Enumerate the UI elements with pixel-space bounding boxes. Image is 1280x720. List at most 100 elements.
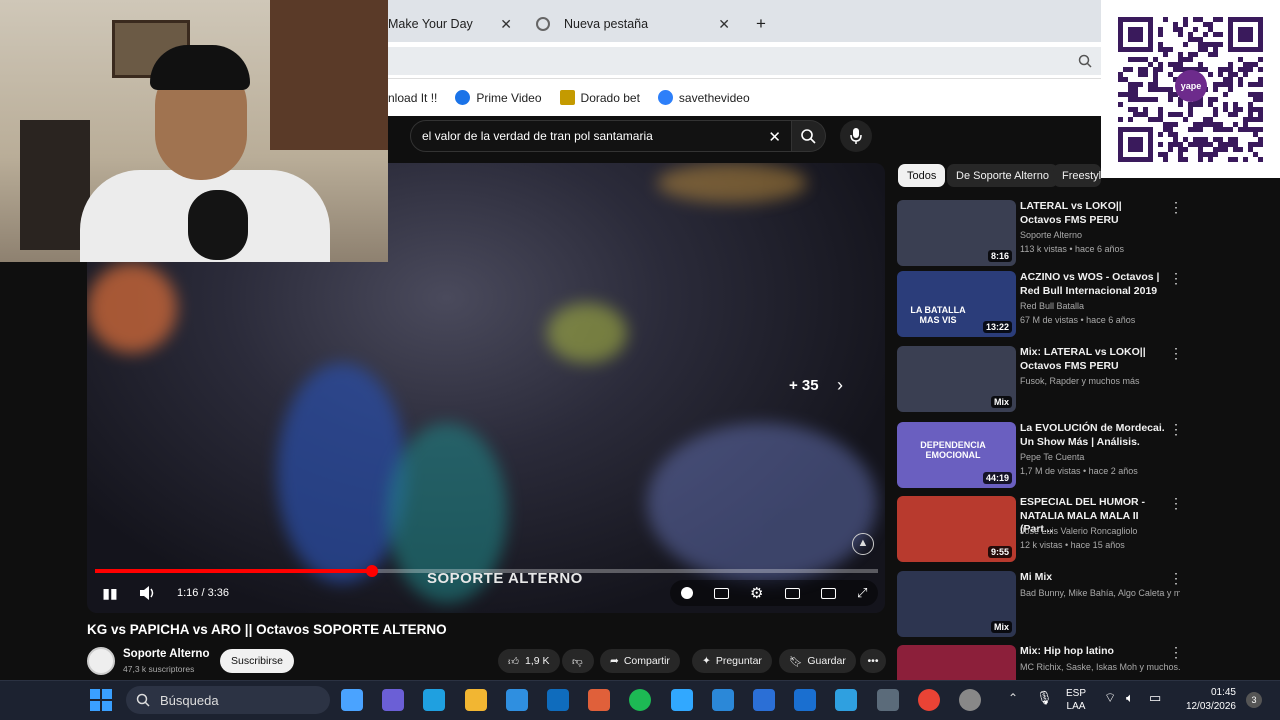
recommendation-channel[interactable]: Bad Bunny, Mike Bahía, Algo Caleta y mu.… <box>1020 588 1180 598</box>
recommendation-channel[interactable]: Soporte Alterno <box>1020 230 1180 240</box>
progress-scrubber[interactable] <box>366 565 378 577</box>
teams-icon[interactable] <box>382 689 405 711</box>
video-thumbnail[interactable]: 9:55 <box>897 496 1016 562</box>
onedrive-icon[interactable] <box>711 689 734 711</box>
share-button[interactable]: ➦ Compartir <box>600 649 680 673</box>
chip-de-soporte-alterno[interactable]: De Soporte Alterno <box>947 164 1058 187</box>
video-thumbnail[interactable]: Mix <box>897 571 1016 637</box>
chip-freestyle-rap[interactable]: Freestyle Rap <box>1053 164 1101 187</box>
recommendation-item[interactable]: Mix Mi Mix Bad Bunny, Mike Bahía, Algo Cal… <box>897 571 1187 639</box>
obs-icon[interactable] <box>959 689 981 711</box>
chip-todos[interactable]: Todos <box>898 164 946 187</box>
clear-search-icon[interactable]: ✕ <box>768 128 781 146</box>
fullscreen-icon[interactable]: ⤢ <box>857 585 867 601</box>
store-icon[interactable] <box>505 689 528 711</box>
ask-button[interactable]: ✦ Preguntar <box>692 649 772 673</box>
recommendation-title[interactable]: LATERAL vs LOKO|| Octavos FMS PERU <box>1020 200 1166 227</box>
language-indicator[interactable]: ESP LAA <box>1066 687 1086 713</box>
more-videos-count[interactable]: + 35 <box>789 377 819 394</box>
recommendation-channel[interactable]: José Luis Valerio Roncagliolo <box>1020 526 1180 536</box>
file-explorer-icon[interactable] <box>464 689 487 711</box>
recommendation-channel[interactable]: Pepe Te Cuenta <box>1020 452 1180 462</box>
recommendation-title[interactable]: La EVOLUCIÓN de Mordecai. Un Show Más | … <box>1020 422 1166 449</box>
recommendation-item[interactable]: 8:16 LATERAL vs LOKO|| Octavos FMS PERU So… <box>897 200 1187 268</box>
save-button[interactable]: 🔖︎ Guardar <box>779 649 856 673</box>
recommendation-title[interactable]: ACZINO vs WOS - Octavos | Red Bull Inter… <box>1020 271 1166 298</box>
recommendation-title[interactable]: Mix: Hip hop latino <box>1020 645 1166 659</box>
chevron-right-icon[interactable]: › <box>837 375 843 396</box>
calculator-icon[interactable] <box>876 689 899 711</box>
channel-watermark-icon[interactable]: ▲ <box>852 533 874 555</box>
channel-name[interactable]: Soporte Alterno <box>123 648 209 660</box>
recommendation-channel[interactable]: MC Richix, Saske, Iskas Moh y muchos... <box>1020 662 1180 672</box>
battery-icon[interactable]: ▭ <box>1149 690 1161 706</box>
volume-button[interactable] <box>136 583 158 603</box>
chevron-up-icon[interactable]: ⌃ <box>1008 691 1018 705</box>
notification-badge[interactable]: 3 <box>1246 692 1262 708</box>
wifi-icon[interactable]: ⌔ <box>1104 690 1116 706</box>
theater-mode-icon[interactable] <box>784 587 800 599</box>
chrome-icon[interactable] <box>917 689 940 711</box>
tab-nueva-pestana[interactable]: Nueva pestaña ✕ <box>528 6 738 42</box>
recommendation-channel[interactable]: Fusok, Rapder y muchos más <box>1020 376 1180 386</box>
autoplay-toggle-icon[interactable] <box>680 587 693 599</box>
mail-icon[interactable] <box>547 689 569 711</box>
video-thumbnail[interactable]: 13:22 LA BATALLA MAS VIS <box>897 271 1016 337</box>
bookmark-savethevideo[interactable]: savethevideo <box>657 90 750 105</box>
outlook-icon[interactable] <box>794 689 817 711</box>
omnibox[interactable] <box>388 47 1101 75</box>
more-options-icon[interactable]: ⋮ <box>1169 271 1183 285</box>
settings-gear-icon[interactable]: ⚙ <box>750 584 763 602</box>
more-options-icon[interactable]: ⋮ <box>1169 645 1183 659</box>
more-options-icon[interactable]: ⋮ <box>1169 496 1183 510</box>
speaker-icon[interactable]: 🔈︎ <box>1126 690 1134 706</box>
video-thumbnail[interactable]: 44:19 DEPENDENCIA EMOCIONAL <box>897 422 1016 488</box>
windows-start-icon[interactable] <box>90 689 112 711</box>
search-button[interactable] <box>792 120 826 152</box>
search-input[interactable]: el valor de la verdad de tran pol santam… <box>410 120 792 152</box>
subtitles-icon[interactable] <box>713 587 729 599</box>
recommendation-item[interactable]: 44:19 DEPENDENCIA EMOCIONAL La EVOLUCIÓN d… <box>897 422 1187 490</box>
video-thumbnail[interactable]: 8:16 <box>897 200 1016 266</box>
close-icon[interactable]: ✕ <box>500 16 512 33</box>
more-options-icon[interactable]: ⋮ <box>1169 571 1183 585</box>
photoshop-icon[interactable] <box>670 689 693 711</box>
bookmark-dorado-bet[interactable]: Dorado bet <box>559 90 640 105</box>
notepad-icon[interactable] <box>753 689 775 711</box>
calendar-icon[interactable] <box>835 689 858 711</box>
clock[interactable]: 01:45 12/03/2026 <box>1176 686 1236 714</box>
pause-button[interactable]: ▮▮ <box>100 583 120 603</box>
recommendation-item[interactable]: Mix Mix: LATERAL vs LOKO|| Octavos FMS PE… <box>897 346 1187 414</box>
bookmark-download[interactable]: nload It !! <box>388 91 437 105</box>
recommendation-item[interactable]: 9:55 ESPECIAL DEL HUMOR - NATALIA MALA MA… <box>897 496 1187 564</box>
voice-search-button[interactable] <box>840 120 872 152</box>
qr-module <box>1173 22 1178 27</box>
tab-make-your-day[interactable]: Make Your Day ✕ <box>388 6 520 42</box>
media-player-icon[interactable] <box>588 689 611 711</box>
more-options-icon[interactable]: ⋮ <box>1169 346 1183 360</box>
tab-label: Nueva pestaña <box>564 17 649 31</box>
channel-avatar[interactable] <box>87 647 115 675</box>
qr-module <box>1223 127 1228 132</box>
cast-icon[interactable] <box>820 587 836 599</box>
dislike-button[interactable]: 👎︎ <box>562 649 594 673</box>
like-button[interactable]: 👍︎ 1,9 K <box>498 649 560 673</box>
recommendation-channel[interactable]: Red Bull Batalla <box>1020 301 1180 311</box>
bookmark-prime-video[interactable]: Prime Video <box>455 90 542 105</box>
progress-bar[interactable] <box>95 569 878 573</box>
more-options-icon[interactable]: ⋮ <box>1169 200 1183 214</box>
taskbar-search[interactable]: Búsqueda <box>126 686 330 714</box>
new-tab-button[interactable]: + <box>756 6 766 42</box>
edge-icon[interactable] <box>423 689 446 711</box>
recommendation-item[interactable]: 13:22 LA BATALLA MAS VIS ACZINO vs WOS - O… <box>897 271 1187 339</box>
widgets-icon[interactable] <box>341 689 363 711</box>
recommendation-title[interactable]: Mi Mix <box>1020 571 1166 585</box>
video-thumbnail[interactable]: Mix <box>897 346 1016 412</box>
more-actions-button[interactable]: ••• <box>860 649 886 673</box>
subscribe-button[interactable]: Suscribirse <box>220 649 294 673</box>
recommendation-title[interactable]: Mix: LATERAL vs LOKO|| Octavos FMS PERU <box>1020 346 1166 373</box>
zoom-icon[interactable] <box>1078 54 1092 68</box>
close-icon[interactable]: ✕ <box>718 16 730 33</box>
more-options-icon[interactable]: ⋮ <box>1169 422 1183 436</box>
microphone-tray-icon[interactable]: 🎙︎ <box>1036 690 1053 706</box>
